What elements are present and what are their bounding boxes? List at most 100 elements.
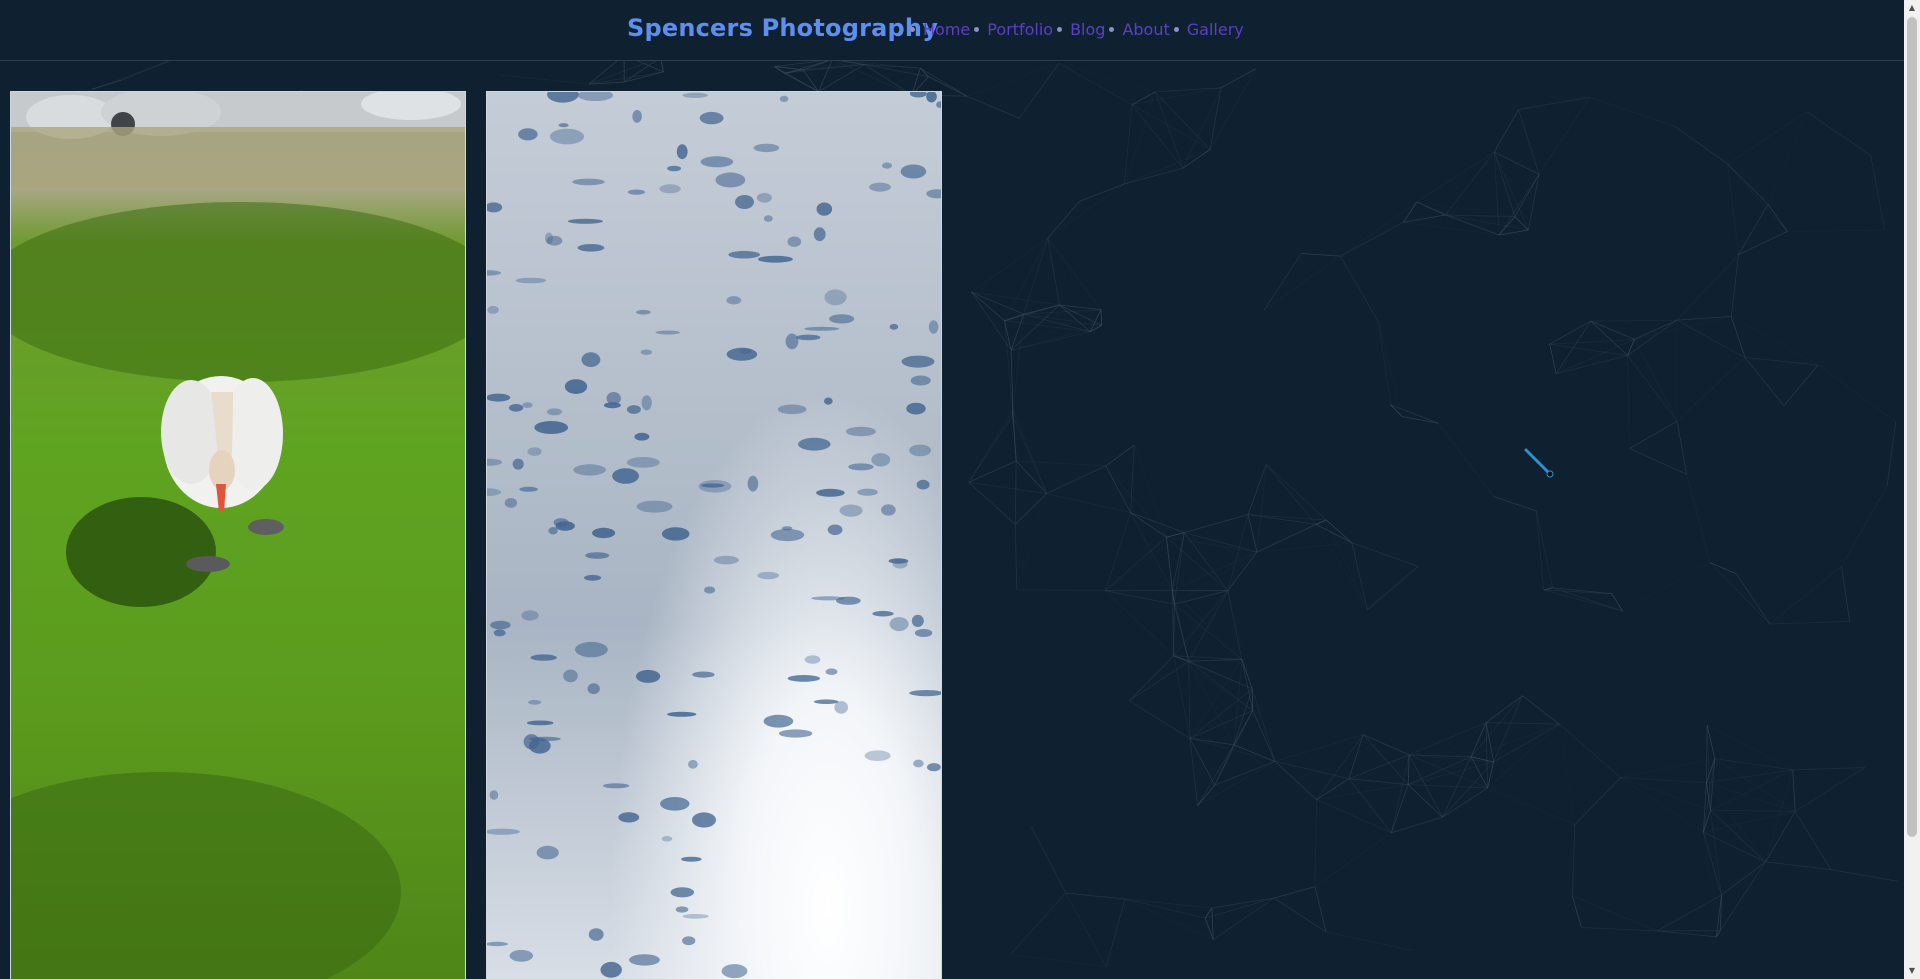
site-brand-link[interactable]: Spencers Photography [627,14,938,42]
nav-link-home[interactable]: Home [923,20,970,39]
network-line [1014,460,1017,525]
cloud-gap-shape [901,355,935,368]
network-line [1629,339,1634,448]
cloud-gap-shape [813,227,826,242]
network-line [1046,444,1135,494]
cloud-gap-shape [682,913,709,919]
network-line [1493,109,1519,153]
cloud-gap-shape [682,92,708,98]
cloud-gap-shape [872,610,894,617]
cloud-gap-shape [909,690,941,697]
top-navbar: Spencers Photography Home Portfolio Blog… [0,0,1904,61]
network-line [968,481,1047,495]
network-line [1214,710,1254,786]
network-line [1188,590,1229,662]
network-line [1714,758,1793,771]
network-line [1581,927,1658,932]
vertical-scrollbar[interactable]: ▲ ▼ [1904,0,1920,979]
cloud-gap-shape [700,156,734,168]
network-line [1351,542,1419,567]
cloud-gap-shape [900,164,927,179]
network-line [1676,421,1688,475]
cloud-gap-shape [889,617,909,632]
network-line [1710,562,1737,575]
cloud-gap-shape [770,528,805,542]
network-line [1522,695,1560,725]
cloud-gap-shape [763,714,794,728]
network-line [1131,104,1184,169]
network-line [1620,777,1704,833]
network-line [1744,357,1785,407]
network-line [1104,512,1132,591]
network-line [1004,320,1091,333]
network-line [1251,688,1254,711]
cloud-gap-shape [804,326,840,331]
network-line [1351,542,1368,610]
network-line [1104,590,1175,657]
network-line [1047,237,1102,310]
network-line [1391,816,1443,834]
nav-separator-dot [1109,27,1115,32]
network-line [1105,898,1126,968]
cloud-gap-shape [824,397,833,405]
cloud-gap-shape [869,182,891,192]
network-line [1340,255,1379,323]
cloud-gap-shape [490,620,511,630]
cloud-gap-shape [781,526,793,531]
cloud-gap-shape [577,92,614,101]
network-line [1574,777,1621,825]
network-line [1182,87,1222,169]
cloud-gap-shape [602,783,630,789]
cloud-gap-shape [909,92,927,98]
swan-photo-image [11,92,465,979]
network-line [1014,524,1018,590]
scroll-up-arrow-icon[interactable]: ▲ [1904,0,1920,16]
nav-link-blog[interactable]: Blog [1070,20,1105,39]
cloud-gap-shape [577,244,605,252]
network-line [1841,566,1851,622]
network-line [1233,744,1317,800]
network-line [1301,253,1379,323]
cloud-gap-shape [526,720,554,726]
network-line [1124,898,1212,909]
cloud-gap-shape [547,92,579,103]
scrollbar-thumb[interactable] [1907,17,1917,837]
nav-link-portfolio[interactable]: Portfolio [987,20,1053,39]
nav-link-about[interactable]: About [1122,20,1169,39]
network-line [1058,63,1156,93]
network-line [1485,722,1489,788]
cloud-gap-shape [753,143,780,153]
cloud-gap-shape [564,379,588,394]
network-line [1274,761,1317,800]
cloud-gap-shape [546,235,563,246]
gallery-photo-swan[interactable] [10,91,466,979]
cloud-gap-shape [747,475,759,492]
network-line [1572,895,1658,932]
network-line [1558,724,1576,825]
cloud-gap-shape [549,128,585,145]
scroll-down-arrow-icon[interactable]: ▼ [1904,963,1920,979]
network-line [1188,659,1242,662]
network-line [1674,125,1728,165]
network-line [1703,832,1716,937]
cloud-gap-shape [927,763,941,772]
network-line [1715,861,1766,938]
network-line [1622,562,1711,612]
nav-link-gallery[interactable]: Gallery [1187,20,1244,39]
network-line [1627,355,1630,449]
network-line [1817,364,1896,423]
cloud-gap-shape [626,405,641,414]
cloud-gap-shape [515,277,547,284]
cloud-gap-shape [704,586,716,594]
gallery-photo-clouds[interactable] [486,91,942,979]
network-line [1657,832,1703,931]
network-line [1498,229,1529,236]
cloud-gap-shape [836,596,861,605]
cloud-gap-shape [726,296,742,305]
cloud-gap-shape [487,393,511,402]
network-line [1046,465,1106,494]
network-line [1197,784,1216,806]
cloud-gap-shape [670,887,695,898]
network-line [1227,590,1243,660]
network-line [1841,485,1888,567]
